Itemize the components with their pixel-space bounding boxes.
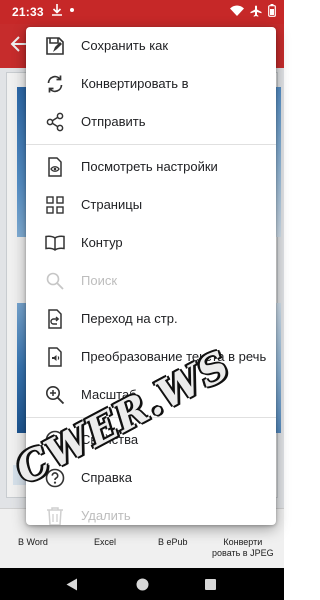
menu-item-label: Страницы bbox=[81, 197, 143, 212]
menu-item-label: Сохранить как bbox=[81, 38, 169, 53]
outline-book-icon bbox=[44, 232, 66, 254]
search-icon bbox=[44, 270, 66, 292]
menu-item-label: Конвертировать в bbox=[81, 76, 189, 91]
menu-divider bbox=[26, 144, 276, 145]
notification-icons bbox=[52, 4, 74, 16]
menu-item-go-to-page[interactable]: Переход на стр. bbox=[26, 300, 276, 338]
save-as-icon bbox=[44, 35, 66, 57]
menu-item-label: Переход на стр. bbox=[81, 311, 178, 326]
menu-item-save-as[interactable]: Сохранить как bbox=[26, 27, 276, 65]
view-settings-icon bbox=[44, 156, 66, 178]
menu-item-label: Посмотреть настройки bbox=[81, 159, 218, 174]
share-icon bbox=[44, 111, 66, 133]
menu-item-label: Справка bbox=[81, 470, 132, 485]
text-to-speech-icon bbox=[44, 346, 66, 368]
menu-item-text-to-speech[interactable]: Преобразование текста в речь bbox=[26, 338, 276, 376]
menu-item-label: Поиск bbox=[81, 273, 118, 288]
wifi-icon bbox=[230, 5, 244, 16]
menu-item-view-settings[interactable]: Посмотреть настройки bbox=[26, 148, 276, 186]
convert-icon bbox=[44, 73, 66, 95]
menu-item-outline[interactable]: Контур bbox=[26, 224, 276, 262]
airplane-icon bbox=[250, 5, 262, 17]
zoom-icon bbox=[44, 384, 66, 406]
menu-item-convert[interactable]: Конвертировать в bbox=[26, 65, 276, 103]
menu-item-label: Удалить bbox=[81, 508, 131, 523]
battery-icon bbox=[268, 4, 276, 17]
nav-home-icon bbox=[136, 578, 148, 590]
nav-home-button[interactable] bbox=[122, 568, 162, 600]
status-bar: 21:33 bbox=[0, 0, 284, 24]
menu-item-search[interactable]: Поиск bbox=[26, 262, 276, 300]
menu-item-share[interactable]: Отправить bbox=[26, 103, 276, 141]
delete-icon bbox=[44, 505, 66, 525]
menu-item-pages[interactable]: Страницы bbox=[26, 186, 276, 224]
navigation-bar bbox=[0, 568, 284, 600]
dot-icon bbox=[70, 8, 74, 12]
nav-recents-icon bbox=[204, 578, 216, 590]
nav-recents-button[interactable] bbox=[190, 568, 230, 600]
pages-grid-icon bbox=[44, 194, 66, 216]
menu-item-delete[interactable]: Удалить bbox=[26, 497, 276, 525]
system-icons bbox=[230, 4, 276, 17]
menu-item-label: Отправить bbox=[81, 114, 146, 129]
menu-item-label: Контур bbox=[81, 235, 123, 250]
download-icon bbox=[52, 4, 62, 16]
go-to-page-icon bbox=[44, 308, 66, 330]
menu-item-label: Преобразование текста в речь bbox=[81, 349, 267, 364]
nav-back-button[interactable] bbox=[52, 568, 92, 600]
status-time: 21:33 bbox=[12, 5, 44, 19]
nav-back-icon bbox=[66, 578, 77, 590]
